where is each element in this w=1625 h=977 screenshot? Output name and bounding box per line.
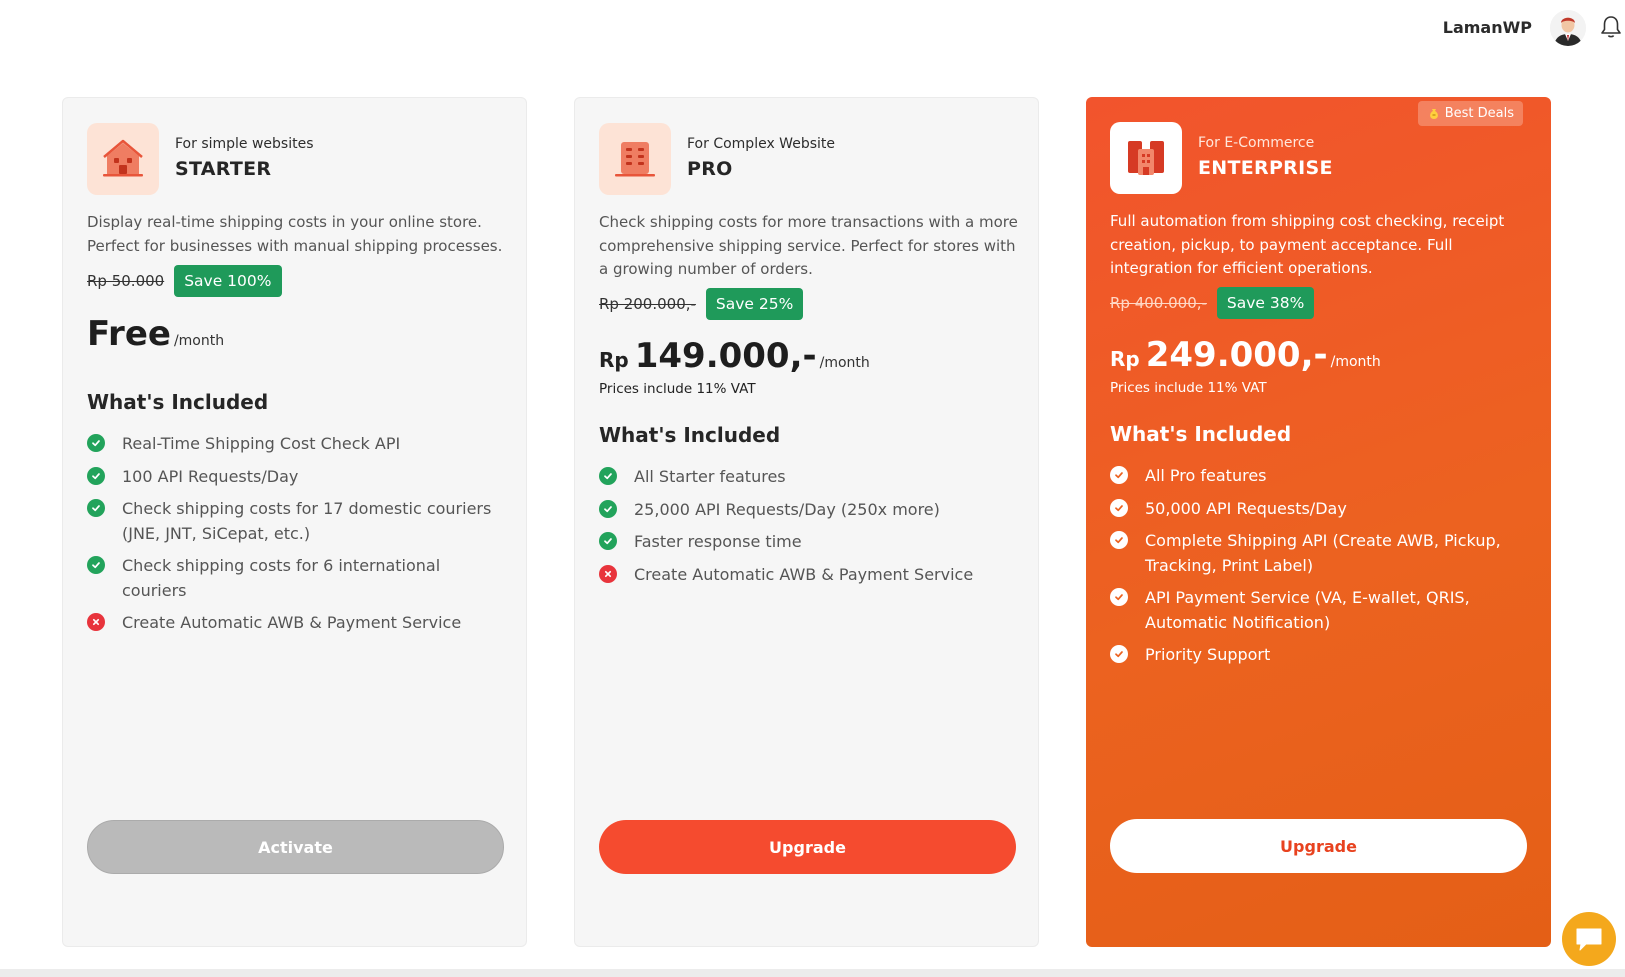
feature-text: All Starter features — [634, 467, 786, 486]
price-period: /month — [1330, 354, 1381, 370]
old-price: Rp 50.000 — [87, 272, 165, 290]
plan-description: Full automation from shipping cost check… — [1110, 212, 1505, 277]
office-buildings-icon — [1110, 122, 1182, 194]
page-bottom-edge — [0, 969, 1625, 977]
check-circle-icon — [599, 499, 617, 518]
plan-name: ENTERPRISE — [1198, 157, 1333, 179]
plan-subtitle: For Complex Website — [687, 136, 835, 152]
feature-item: Priority Support — [1110, 643, 1520, 668]
plan-card-pro: For Complex Website PRO Check shipping c… — [574, 97, 1039, 947]
best-deals-label: Best Deals — [1444, 106, 1514, 121]
feature-item: Check shipping costs for 17 domestic cou… — [87, 497, 497, 546]
price-row: Rp 400.000,- Save 38% — [1110, 287, 1315, 319]
feature-text: Check shipping costs for 6 international… — [122, 556, 441, 600]
x-circle-icon — [599, 564, 617, 583]
feature-item: 100 API Requests/Day — [87, 465, 497, 490]
plan-description: Display real-time shipping costs in your… — [87, 213, 503, 255]
plan-card-enterprise: Best Deals For E-Commerce ENTERPRISE Ful… — [1086, 97, 1551, 947]
check-circle-icon — [1110, 466, 1128, 484]
feature-item: Check shipping costs for 6 international… — [87, 554, 497, 603]
feature-text: 25,000 API Requests/Day (250x more) — [634, 499, 940, 519]
old-price: Rp 400.000,- — [1110, 294, 1207, 312]
feature-text: Priority Support — [1145, 645, 1271, 664]
feature-text: 100 API Requests/Day — [122, 466, 299, 486]
feature-list: All Starter features 25,000 API Requests… — [599, 465, 1009, 595]
feature-text: Complete Shipping API (Create AWB, Picku… — [1145, 531, 1501, 575]
best-deals-badge: Best Deals — [1417, 101, 1523, 126]
check-circle-icon — [1110, 588, 1128, 606]
check-circle-icon — [1110, 498, 1128, 517]
check-circle-icon — [87, 466, 105, 485]
price-main: Rp 149.000,- /month — [599, 336, 870, 376]
upgrade-enterprise-button[interactable]: Upgrade — [1110, 819, 1527, 873]
feature-item: 25,000 API Requests/Day (250x more) — [599, 498, 1009, 523]
feature-text: Check shipping costs for 17 domestic cou… — [122, 499, 492, 543]
feature-item: Complete Shipping API (Create AWB, Picku… — [1110, 529, 1520, 578]
feature-text: Create Automatic AWB & Payment Service — [122, 613, 462, 632]
feature-list: Real-Time Shipping Cost Check API 100 AP… — [87, 432, 497, 644]
price-period: /month — [173, 333, 225, 349]
plan-description: Check shipping costs for more transactio… — [599, 213, 1018, 278]
check-circle-icon — [87, 556, 105, 574]
plan-subtitle: For E-Commerce — [1198, 135, 1315, 151]
house-icon — [87, 123, 159, 195]
feature-text: Real-Time Shipping Cost Check API — [122, 434, 401, 453]
price-currency: Rp — [599, 348, 629, 372]
feature-item: Real-Time Shipping Cost Check API — [87, 432, 497, 457]
feature-item: All Starter features — [599, 465, 1009, 490]
price-row: Rp 50.000 Save 100% — [87, 265, 282, 297]
save-badge: Save 38% — [1216, 287, 1315, 319]
check-circle-icon — [599, 467, 617, 485]
feature-text: All Pro features — [1145, 466, 1267, 485]
check-circle-icon — [1110, 531, 1128, 549]
feature-text: 50,000 API Requests/Day — [1145, 498, 1347, 518]
included-title: What's Included — [87, 390, 269, 414]
feature-item: All Pro features — [1110, 464, 1520, 489]
vat-note: Prices include 11% VAT — [599, 381, 756, 397]
save-badge: Save 25% — [705, 288, 804, 320]
activate-button[interactable]: Activate — [87, 820, 504, 874]
plan-name: PRO — [687, 158, 733, 180]
feature-text: Faster response time — [634, 532, 802, 551]
plan-name: STARTER — [175, 158, 272, 180]
feature-item: API Payment Service (VA, E-wallet, QRIS,… — [1110, 586, 1520, 635]
top-bar: LamanWP — [0, 0, 1625, 60]
price-amount: 249.000,- — [1145, 335, 1328, 375]
feature-item: Create Automatic AWB & Payment Service — [87, 611, 497, 636]
price-amount: 149.000,- — [634, 336, 817, 376]
price-main: Free /month — [87, 314, 224, 354]
chat-bubble-icon[interactable] — [1562, 912, 1616, 966]
money-bag-icon — [1429, 108, 1438, 119]
avatar[interactable] — [1550, 10, 1586, 46]
plan-card-starter: For simple websites STARTER Display real… — [62, 97, 527, 947]
x-circle-icon — [87, 613, 105, 631]
price-currency: Rp — [1110, 347, 1140, 371]
check-circle-icon — [87, 499, 105, 517]
feature-text: API Payment Service (VA, E-wallet, QRIS,… — [1145, 588, 1470, 632]
bell-icon[interactable] — [1599, 14, 1623, 40]
plan-subtitle: For simple websites — [175, 136, 314, 152]
feature-list: All Pro features 50,000 API Requests/Day… — [1110, 464, 1520, 676]
username[interactable]: LamanWP — [1443, 18, 1532, 37]
check-circle-icon — [599, 532, 617, 550]
check-circle-icon — [87, 434, 105, 452]
vat-note: Prices include 11% VAT — [1110, 380, 1267, 396]
price-period: /month — [819, 355, 870, 371]
building-icon — [599, 123, 671, 195]
included-title: What's Included — [599, 423, 781, 447]
price-amount: Free — [87, 314, 171, 354]
feature-text: Create Automatic AWB & Payment Service — [634, 564, 974, 584]
price-main: Rp 249.000,- /month — [1110, 335, 1381, 375]
check-circle-icon — [1110, 645, 1128, 663]
price-row: Rp 200.000,- Save 25% — [599, 288, 804, 320]
feature-item: Faster response time — [599, 530, 1009, 555]
feature-item: Create Automatic AWB & Payment Service — [599, 563, 1009, 588]
save-badge: Save 100% — [174, 265, 282, 297]
upgrade-pro-button[interactable]: Upgrade — [599, 820, 1016, 874]
old-price: Rp 200.000,- — [599, 295, 696, 313]
included-title: What's Included — [1110, 422, 1292, 446]
feature-item: 50,000 API Requests/Day — [1110, 497, 1520, 522]
